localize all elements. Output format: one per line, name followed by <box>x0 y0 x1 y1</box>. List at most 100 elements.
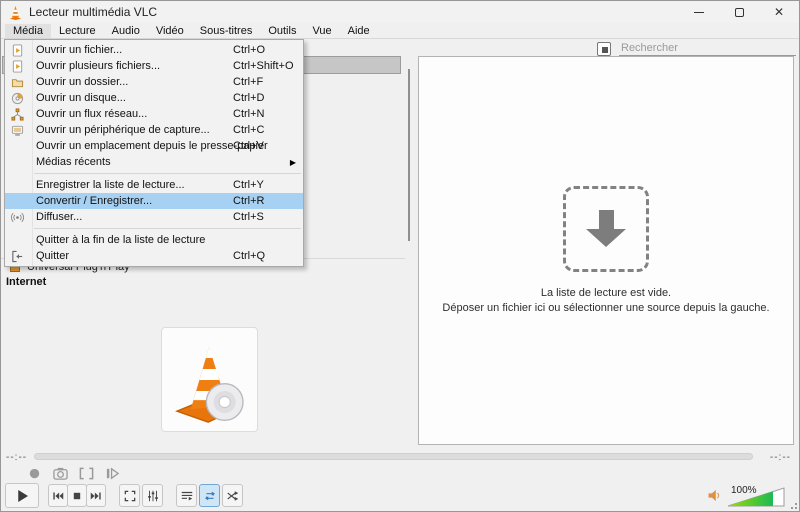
playlist-panel[interactable]: La liste de lecture est vide. Déposer un… <box>418 56 794 445</box>
sidebar-header-internet: Internet <box>6 276 46 288</box>
menubar-item-outils[interactable]: Outils <box>260 24 304 38</box>
transport-row: 100% <box>5 483 795 508</box>
network-icon <box>10 107 24 121</box>
ab-loop-button[interactable] <box>78 466 95 481</box>
previous-button[interactable] <box>48 484 68 507</box>
menubar-item-audio[interactable]: Audio <box>104 24 148 38</box>
folder-icon <box>10 75 24 89</box>
menu-item-label: Ouvrir un disque... <box>36 92 126 104</box>
resize-grip[interactable] <box>789 501 797 509</box>
menubar: MédiaLectureAudioVidéoSous-titresOutilsV… <box>1 23 799 39</box>
menu-separator <box>34 173 301 174</box>
menu-item-label: Quitter à la fin de la liste de lecture <box>36 234 205 246</box>
no-icon <box>10 194 24 208</box>
menu-item-label: Ouvrir un périphérique de capture... <box>36 124 210 136</box>
menu-item-shortcut: Ctrl+S <box>233 211 264 223</box>
window-title: Lecteur multimédia VLC <box>29 5 157 19</box>
menu-item-label: Ouvrir un dossier... <box>36 76 128 88</box>
menubar-item-sous-titres[interactable]: Sous-titres <box>192 24 261 38</box>
menu-item-shortcut: Ctrl+F <box>233 76 263 88</box>
search-input[interactable] <box>619 40 796 56</box>
menubar-item-video[interactable]: Vidéo <box>148 24 192 38</box>
volume-slider[interactable]: 100% <box>727 485 785 507</box>
menu-item-ouvrir-un-flux-re-seau[interactable]: Ouvrir un flux réseau... Ctrl+N <box>5 106 303 122</box>
vlc-window: Lecteur multimédia VLC ✕ MédiaLectureAud… <box>0 0 800 512</box>
fullscreen-button[interactable] <box>119 484 140 507</box>
no-icon <box>10 178 24 192</box>
menu-item-quitter-a-la-fin-de-la-liste-de-lecture[interactable]: Quitter à la fin de la liste de lecture <box>5 232 303 248</box>
stop-button[interactable] <box>67 484 87 507</box>
menubar-item-lecture[interactable]: Lecture <box>51 24 104 38</box>
menu-item-shortcut: Ctrl+Q <box>233 250 265 262</box>
menu-item-ouvrir-un-pe-riphe-rique-de-capture[interactable]: Ouvrir un périphérique de capture... Ctrl… <box>5 122 303 138</box>
vlc-cone-icon <box>8 5 23 20</box>
menu-item-ouvrir-un-dossier[interactable]: Ouvrir un dossier... Ctrl+F <box>5 74 303 90</box>
play-button[interactable] <box>5 483 39 508</box>
menu-item-shortcut: Ctrl+C <box>233 124 264 136</box>
menu-separator <box>34 228 301 229</box>
maximize-button[interactable] <box>719 1 759 23</box>
no-icon <box>10 155 24 169</box>
menu-item-shortcut: Ctrl+Y <box>233 179 264 191</box>
remaining-time: --:-- <box>770 452 791 463</box>
no-icon <box>10 139 24 153</box>
next-button[interactable] <box>86 484 106 507</box>
menu-item-shortcut: Ctrl+Shift+O <box>233 60 294 72</box>
menu-item-shortcut: Ctrl+R <box>233 195 264 207</box>
menu-item-ouvrir-un-disque[interactable]: Ouvrir un disque... Ctrl+D <box>5 90 303 106</box>
file-play-icon <box>10 43 24 57</box>
menu-item-label: Ouvrir un fichier... <box>36 44 122 56</box>
window-controls: ✕ <box>679 1 799 23</box>
volume-area: 100% <box>706 485 795 507</box>
menubar-item-vue[interactable]: Vue <box>304 24 339 38</box>
speaker-icon[interactable] <box>706 487 723 507</box>
menu-item-convertir-enregistrer[interactable]: Convertir / Enregistrer... Ctrl+R <box>5 193 303 209</box>
seek-bar[interactable] <box>34 453 753 460</box>
drop-zone[interactable] <box>563 186 649 272</box>
minimize-button[interactable] <box>679 1 719 23</box>
elapsed-time: --:-- <box>6 452 27 463</box>
media-menu-dropdown: Ouvrir un fichier... Ctrl+O Ouvrir plusieu… <box>4 39 304 267</box>
menu-item-ouvrir-un-emplacement-depuis-le-presse-papier[interactable]: Ouvrir un emplacement depuis le presse-p… <box>5 138 303 154</box>
view-mode-toggle-icon[interactable] <box>597 42 611 56</box>
menu-item-label: Convertir / Enregistrer... <box>36 195 152 207</box>
file-play-icon <box>10 59 24 73</box>
equalizer-button[interactable] <box>142 484 163 507</box>
broadcast-icon <box>10 210 24 224</box>
exit-icon <box>10 249 24 263</box>
close-button[interactable]: ✕ <box>759 1 799 23</box>
submenu-arrow-icon: ▶ <box>290 158 296 167</box>
menu-item-shortcut: Ctrl+N <box>233 108 264 120</box>
shuffle-button[interactable] <box>222 484 243 507</box>
content-area: Universal Plug'n'Play Internet <box>1 39 799 447</box>
playlist-toggle-button[interactable] <box>176 484 197 507</box>
menubar-item-aide[interactable]: Aide <box>340 24 378 38</box>
menu-item-label: Médias récents <box>36 156 111 168</box>
loop-button[interactable] <box>199 484 220 507</box>
sidebar-scrollbar[interactable] <box>408 69 410 241</box>
snapshot-button[interactable] <box>52 466 69 481</box>
menu-item-ouvrir-un-fichier[interactable]: Ouvrir un fichier... Ctrl+O <box>5 42 303 58</box>
menu-item-shortcut: Ctrl+O <box>233 44 265 56</box>
menu-item-label: Enregistrer la liste de lecture... <box>36 179 185 191</box>
menu-item-shortcut: Ctrl+D <box>233 92 264 104</box>
playlist-empty-title: La liste de lecture est vide. <box>541 286 671 301</box>
capture-device-icon <box>10 123 24 137</box>
menubar-item-media[interactable]: Média <box>5 24 51 38</box>
vlc-cone-logo <box>166 333 254 427</box>
menu-item-label: Diffuser... <box>36 211 82 223</box>
menu-item-label: Ouvrir un flux réseau... <box>36 108 147 120</box>
record-button[interactable] <box>26 466 43 481</box>
menu-item-quitter[interactable]: Quitter Ctrl+Q <box>5 248 303 264</box>
menu-item-ouvrir-plusieurs-fichiers[interactable]: Ouvrir plusieurs fichiers...Ctrl+Shift+O <box>5 58 303 74</box>
titlebar: Lecteur multimédia VLC ✕ <box>1 1 799 23</box>
menu-item-me-dias-re-cents[interactable]: Médias récents ▶ <box>5 154 303 170</box>
download-arrow-icon <box>586 210 626 247</box>
menu-item-enregistrer-la-liste-de-lecture[interactable]: Enregistrer la liste de lecture... Ctrl+Y <box>5 177 303 193</box>
album-art-placeholder <box>161 327 258 432</box>
frame-by-frame-button[interactable] <box>104 466 121 481</box>
menu-item-diffuser[interactable]: Diffuser... Ctrl+S <box>5 209 303 225</box>
menu-item-shortcut: Ctrl+V <box>233 140 264 152</box>
menu-item-label: Quitter <box>36 250 69 262</box>
disc-icon <box>10 91 24 105</box>
